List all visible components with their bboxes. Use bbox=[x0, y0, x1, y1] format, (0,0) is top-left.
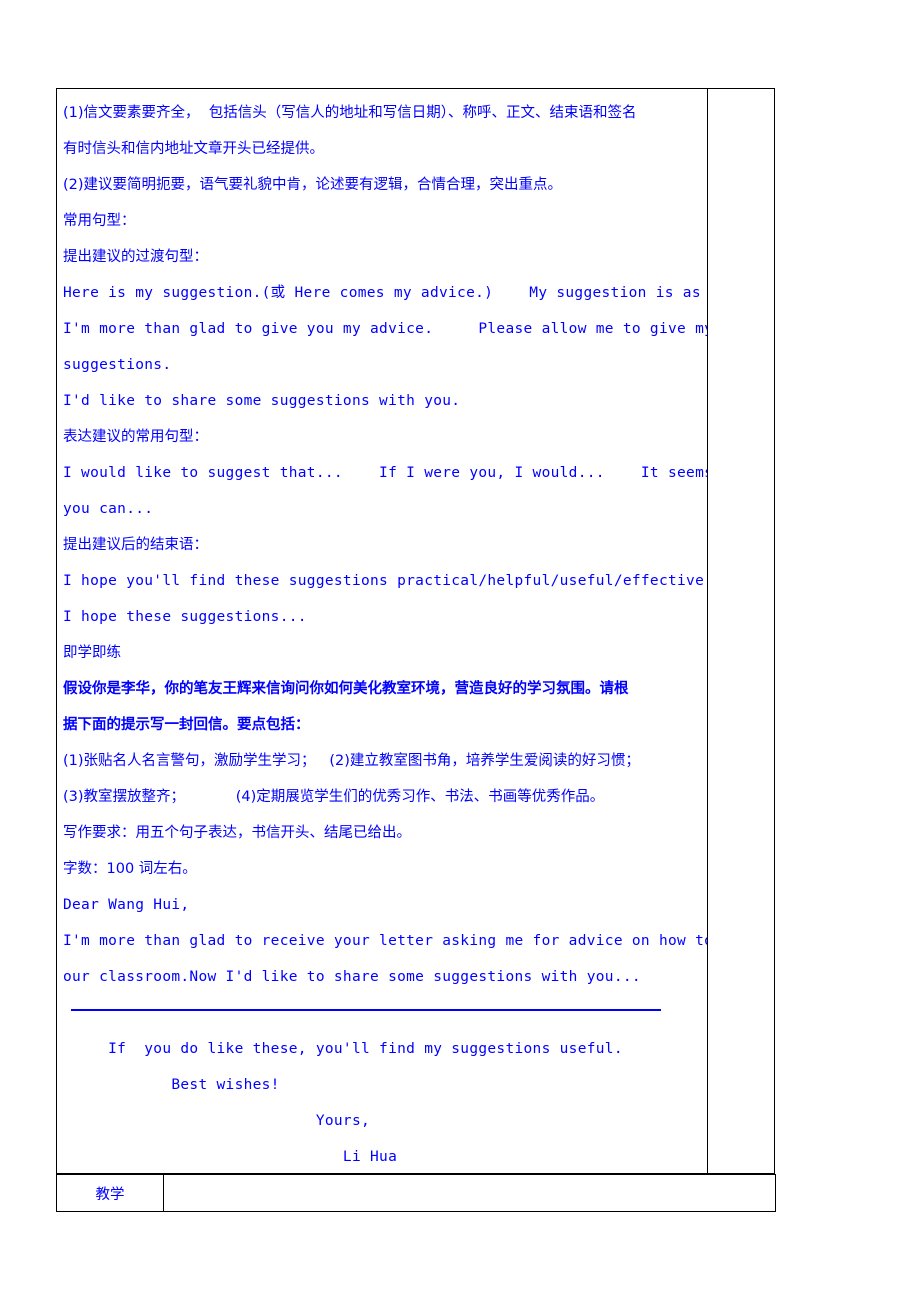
heading-practice-section: 即学即练 bbox=[63, 645, 121, 661]
text-line-1: (1)信文要素要齐全， 包括信头（写信人的地址和写信日期）、称呼、正文、结束语和… bbox=[63, 105, 637, 121]
letter-best-wishes: Best wishes! bbox=[63, 1077, 280, 1093]
horizontal-rule bbox=[71, 1009, 661, 1011]
letter-signature: Li Hua bbox=[63, 1149, 398, 1165]
bottom-row-value-cell bbox=[163, 1174, 776, 1212]
text-line-2: 有时信头和信内地址文章开头已经提供。 bbox=[63, 141, 324, 157]
heading-expressing-advice-patterns: 表达建议的常用句型： bbox=[63, 429, 208, 445]
text-line-14: I hope you'll find these suggestions pra… bbox=[63, 573, 708, 589]
letter-salutation: Dear Wang Hui, bbox=[63, 897, 190, 913]
text-line-7: I'm more than glad to give you my advice… bbox=[63, 321, 708, 337]
exercise-point-1-2: (1)张贴名人名言警句，激励学生学习； (2)建立教室图书角，培养学生爱阅读的好… bbox=[63, 753, 640, 769]
letter-opening-line-2: our classroom.Now I'd like to share some… bbox=[63, 969, 641, 985]
table-row: (1)信文要素要齐全， 包括信头（写信人的地址和写信日期）、称呼、正文、结束语和… bbox=[56, 88, 775, 1174]
heading-transition-patterns: 提出建议的过渡句型： bbox=[63, 249, 208, 265]
document-page: (1)信文要素要齐全， 包括信头（写信人的地址和写信日期）、称呼、正文、结束语和… bbox=[0, 0, 920, 1302]
main-content-table: (1)信文要素要齐全， 包括信头（写信人的地址和写信日期）、称呼、正文、结束语和… bbox=[56, 88, 775, 1174]
bottom-row-label: 教学 bbox=[95, 1186, 125, 1203]
text-line-6: Here is my suggestion.(或 Here comes my a… bbox=[63, 285, 708, 301]
exercise-prompt-line-2: 据下面的提示写一封回信。要点包括： bbox=[63, 717, 310, 733]
writing-requirement: 写作要求：用五个句子表达，书信开头、结尾已给出。 bbox=[63, 825, 411, 841]
bottom-row-label-cell: 教学 bbox=[56, 1174, 164, 1212]
letter-closing-sentence: If you do like these, you'll find my sug… bbox=[63, 1041, 623, 1057]
text-line-12: you can... bbox=[63, 501, 154, 517]
table-row: 教学 bbox=[56, 1174, 776, 1212]
text-line-8: suggestions. bbox=[63, 357, 172, 373]
letter-yours: Yours, bbox=[63, 1113, 371, 1129]
answer-blank-rule bbox=[63, 995, 707, 1031]
heading-closing-remarks: 提出建议后的结束语： bbox=[63, 537, 208, 553]
content-lines-container: (1)信文要素要齐全， 包括信头（写信人的地址和写信日期）、称呼、正文、结束语和… bbox=[58, 90, 708, 1173]
text-line-3: (2)建议要简明扼要，语气要礼貌中肯，论述要有逻辑，合情合理，突出重点。 bbox=[63, 177, 563, 193]
word-count-requirement: 字数：100 词左右。 bbox=[63, 861, 197, 877]
heading-common-sentence-patterns: 常用句型： bbox=[63, 213, 136, 229]
letter-opening-line-1: I'm more than glad to receive your lette… bbox=[63, 933, 707, 949]
text-line-15: I hope these suggestions... bbox=[63, 609, 307, 625]
text-line-11: I would like to suggest that... If I wer… bbox=[63, 465, 708, 481]
content-cell: (1)信文要素要齐全， 包括信头（写信人的地址和写信日期）、称呼、正文、结束语和… bbox=[56, 88, 708, 1174]
bottom-section-table: 教学 bbox=[56, 1174, 776, 1212]
side-margin-cell bbox=[707, 88, 775, 1174]
text-line-9: I'd like to share some suggestions with … bbox=[63, 393, 461, 409]
exercise-point-3-4: (3)教室摆放整齐； (4)定期展览学生们的优秀习作、书法、书画等优秀作品。 bbox=[63, 789, 605, 805]
exercise-prompt-line-1: 假设你是李华，你的笔友王辉来信询问你如何美化教室环境，营造良好的学习氛围。请根 bbox=[63, 681, 629, 697]
